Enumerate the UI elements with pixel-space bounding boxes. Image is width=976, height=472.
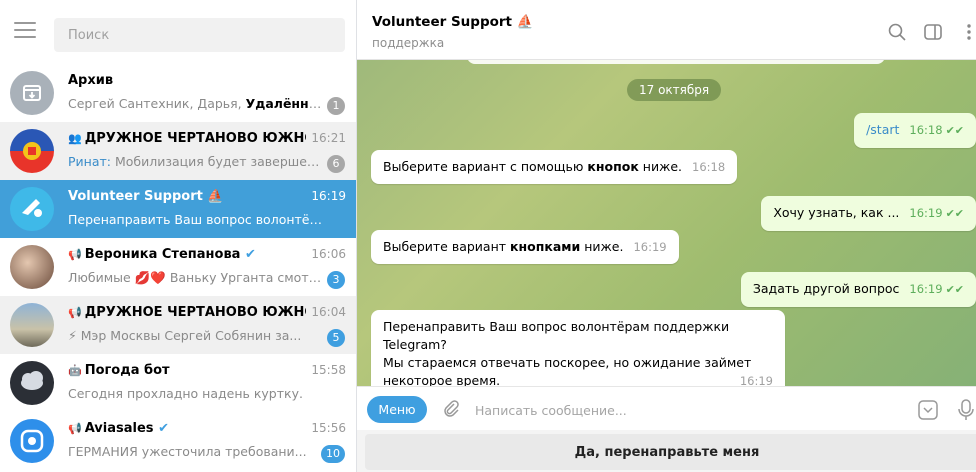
chat-item-archive[interactable]: Архив Сергей Сантехник, Дарья, Удалённый… xyxy=(0,64,356,122)
message-incoming: Выберите вариант с помощью кнопок ниже. 1… xyxy=(371,150,738,184)
chat-item-aviasales[interactable]: 📢 Aviasales ✔ 15:56 ГЕРМАНИЯ ужесточила т… xyxy=(0,412,356,470)
chat-time: 16:19 xyxy=(311,189,346,203)
chat-item-veronika[interactable]: 📢 Вероника Степанова ✔ 16:06 Любимые 💋❤️ … xyxy=(0,238,356,296)
chat-name: Архив xyxy=(68,73,114,88)
unread-badge: 1 xyxy=(327,97,345,115)
message-composer: Меню xyxy=(357,386,976,430)
channel-icon: 📢 xyxy=(68,422,82,435)
sidebar-topbar xyxy=(0,0,356,64)
bot-icon: ⛵ xyxy=(207,189,224,204)
chat-time: 16:06 xyxy=(311,247,346,261)
chat-item-volunteer-support[interactable]: Volunteer Support ⛵ 16:19 Перенаправить … xyxy=(0,180,356,238)
message-input[interactable] xyxy=(475,397,895,423)
chat-name: 📢 Aviasales ✔ xyxy=(68,421,169,436)
reply-keyboard-button[interactable]: Да, перенаправьте меня xyxy=(365,434,976,470)
read-check-icon: ✔✔ xyxy=(945,124,964,137)
read-check-icon: ✔✔ xyxy=(945,207,964,220)
chat-name: 👥 ДРУЖНОЕ ЧЕРТАНОВО ЮЖНОЕ xyxy=(68,131,306,146)
chat-time: 16:04 xyxy=(311,305,346,319)
verified-icon: ✔ xyxy=(244,247,256,262)
chat-name: 📢 ДРУЖНОЕ ЧЕРТАНОВО ЮЖНОЕ xyxy=(68,305,306,320)
previous-message-edge xyxy=(467,60,885,64)
chat-name: 📢 Вероника Степанова ✔ xyxy=(68,247,256,262)
hamburger-menu-icon[interactable] xyxy=(14,22,36,42)
search-input[interactable] xyxy=(54,18,345,52)
unread-badge: 5 xyxy=(327,329,345,347)
chat-list-panel: Архив Сергей Сантехник, Дарья, Удалённый… xyxy=(0,0,357,472)
bot-icon: 🤖 xyxy=(68,364,82,377)
chat-preview: Перенаправить Ваш вопрос волонтёрам п... xyxy=(68,212,324,227)
more-options-icon[interactable] xyxy=(963,22,976,42)
chat-item-weather-bot[interactable]: 🤖 Погода бот 15:58 Сегодня прохладно наде… xyxy=(0,354,356,412)
chat-time: 15:56 xyxy=(311,421,346,435)
message-incoming: Перенаправить Ваш вопрос волонтёрам подд… xyxy=(371,310,785,386)
volunteer-avatar xyxy=(10,187,54,231)
unread-badge: 10 xyxy=(321,445,345,463)
bot-menu-button[interactable]: Меню xyxy=(367,396,427,423)
chat-time: 15:58 xyxy=(311,363,346,377)
chat-preview: Сегодня прохладно надень куртку. xyxy=(68,386,303,401)
chat-name: Volunteer Support ⛵ xyxy=(68,189,224,204)
chat-status: поддержка xyxy=(372,36,445,50)
chat-time: 16:21 xyxy=(311,131,346,145)
channel-icon: 📢 xyxy=(68,306,82,319)
keyboard-toggle-icon[interactable] xyxy=(917,399,939,421)
aviasales-avatar xyxy=(10,419,54,463)
bot-icon: ⛵ xyxy=(516,14,534,30)
group-icon: 👥 xyxy=(68,132,82,145)
date-divider: 17 октября xyxy=(627,79,722,101)
message-outgoing: /start 16:18 ✔✔ xyxy=(854,113,976,148)
archive-icon xyxy=(10,71,54,115)
chat-preview: ⚡ Мэр Москвы Сергей Собянин за... xyxy=(68,328,302,343)
chat-item-druzhnoe-chertanovo-channel[interactable]: 📢 ДРУЖНОЕ ЧЕРТАНОВО ЮЖНОЕ 16:04 ⚡ Мэр Мос… xyxy=(0,296,356,354)
microphone-icon[interactable] xyxy=(957,398,975,422)
chat-preview: Ринат: Мобилизация будет завершена ... xyxy=(68,154,324,169)
unread-badge: 6 xyxy=(327,155,345,173)
message-incoming: Выберите вариант кнопками ниже. 16:19 xyxy=(371,230,679,264)
message-outgoing: Хочу узнать, как ... 16:19 ✔✔ xyxy=(761,196,976,231)
chat-item-druzhnoe-chertanovo[interactable]: 👥 ДРУЖНОЕ ЧЕРТАНОВО ЮЖНОЕ 16:21 Ринат: Мо… xyxy=(0,122,356,180)
attach-icon[interactable] xyxy=(441,399,461,419)
read-check-icon: ✔✔ xyxy=(945,283,964,296)
verified-icon: ✔ xyxy=(158,421,169,436)
message-outgoing: Задать другой вопрос 16:19 ✔✔ xyxy=(740,272,976,307)
unread-badge: 3 xyxy=(327,271,345,289)
channel-avatar xyxy=(10,303,54,347)
reply-keyboard: Да, перенаправьте меня xyxy=(357,430,976,472)
conversation-panel: Volunteer Support ⛵ поддержка 17 октября… xyxy=(357,0,976,472)
chat-preview: Любимые 💋❤️ Ваньку Урганта смотр... xyxy=(68,270,324,285)
chat-name: 🤖 Погода бот xyxy=(68,363,170,378)
message-history[interactable]: 17 октября /start 16:18 ✔✔ Выберите вариан… xyxy=(357,60,976,386)
cloud-avatar-icon xyxy=(10,361,54,405)
chat-title: Volunteer Support ⛵ xyxy=(372,14,534,30)
chat-header[interactable]: Volunteer Support ⛵ поддержка xyxy=(357,0,976,60)
group-avatar xyxy=(10,129,54,173)
channel-icon: 📢 xyxy=(68,248,82,261)
sidebar-toggle-icon[interactable] xyxy=(923,22,943,42)
chat-preview: Сергей Сантехник, Дарья, Удалённый а... xyxy=(68,96,324,111)
search-icon[interactable] xyxy=(887,22,907,42)
chat-preview: ГЕРМАНИЯ ужесточила требовани... xyxy=(68,444,307,459)
user-avatar xyxy=(10,245,54,289)
